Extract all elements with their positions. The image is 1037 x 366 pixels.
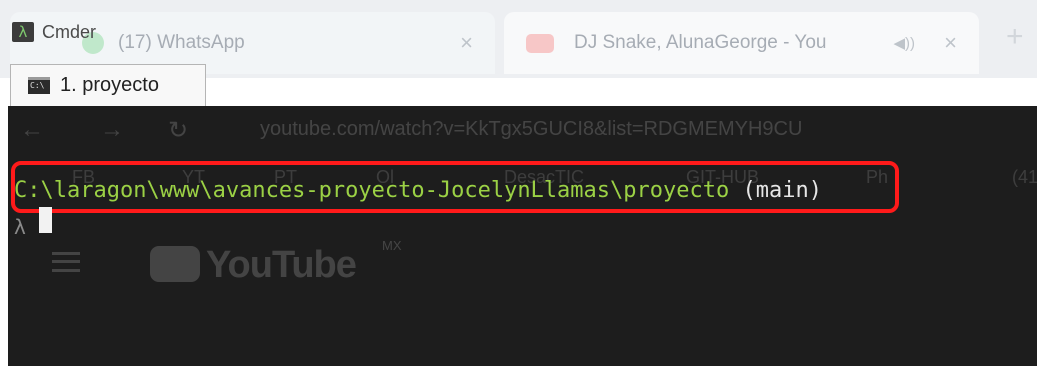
youtube-logo-icon [150, 246, 200, 282]
background-url: youtube.com/watch?v=KkTgx5GUCI8&list=RDG… [260, 118, 803, 140]
app-title: Cmder [42, 22, 97, 42]
path-highlight-annotation [11, 161, 899, 213]
bookmark-item: (41 [1012, 167, 1037, 187]
speaker-icon: ◀)) [893, 35, 915, 52]
terminal-area[interactable]: ← → ↻ youtube.com/watch?v=KkTgx5GUCI8&li… [8, 106, 1037, 366]
hamburger-menu-icon [52, 252, 80, 272]
background-tab-youtube-label: DJ Snake, AlunaGeorge - You [574, 32, 827, 53]
back-icon: ← [20, 116, 44, 143]
background-omnibox: ← → ↻ youtube.com/watch?v=KkTgx5GUCI8&li… [8, 106, 1037, 158]
forward-icon: → [100, 116, 124, 143]
tab-proyecto[interactable]: C:\ 1. proyecto [10, 64, 206, 106]
text-cursor[interactable] [39, 207, 52, 233]
console-icon: C:\ [28, 77, 50, 94]
background-tab-youtube: DJ Snake, AlunaGeorge - You ◀)) × [504, 12, 979, 74]
close-icon: × [460, 30, 473, 55]
close-icon: × [944, 30, 957, 55]
tab-label: 1. proyecto [60, 74, 159, 96]
screenshot-root: (17) WhatsApp × DJ Snake, AlunaGeorge - … [0, 0, 1037, 366]
new-tab-icon: + [1006, 20, 1024, 53]
prompt-lambda: λ [14, 215, 26, 239]
youtube-icon [526, 34, 554, 53]
region-code: MX [382, 238, 402, 253]
cmder-titlebar[interactable]: λ Cmder [0, 0, 380, 44]
reload-icon: ↻ [168, 117, 189, 144]
youtube-wordmark: YouTube [206, 244, 357, 286]
lambda-icon: λ [12, 22, 34, 42]
